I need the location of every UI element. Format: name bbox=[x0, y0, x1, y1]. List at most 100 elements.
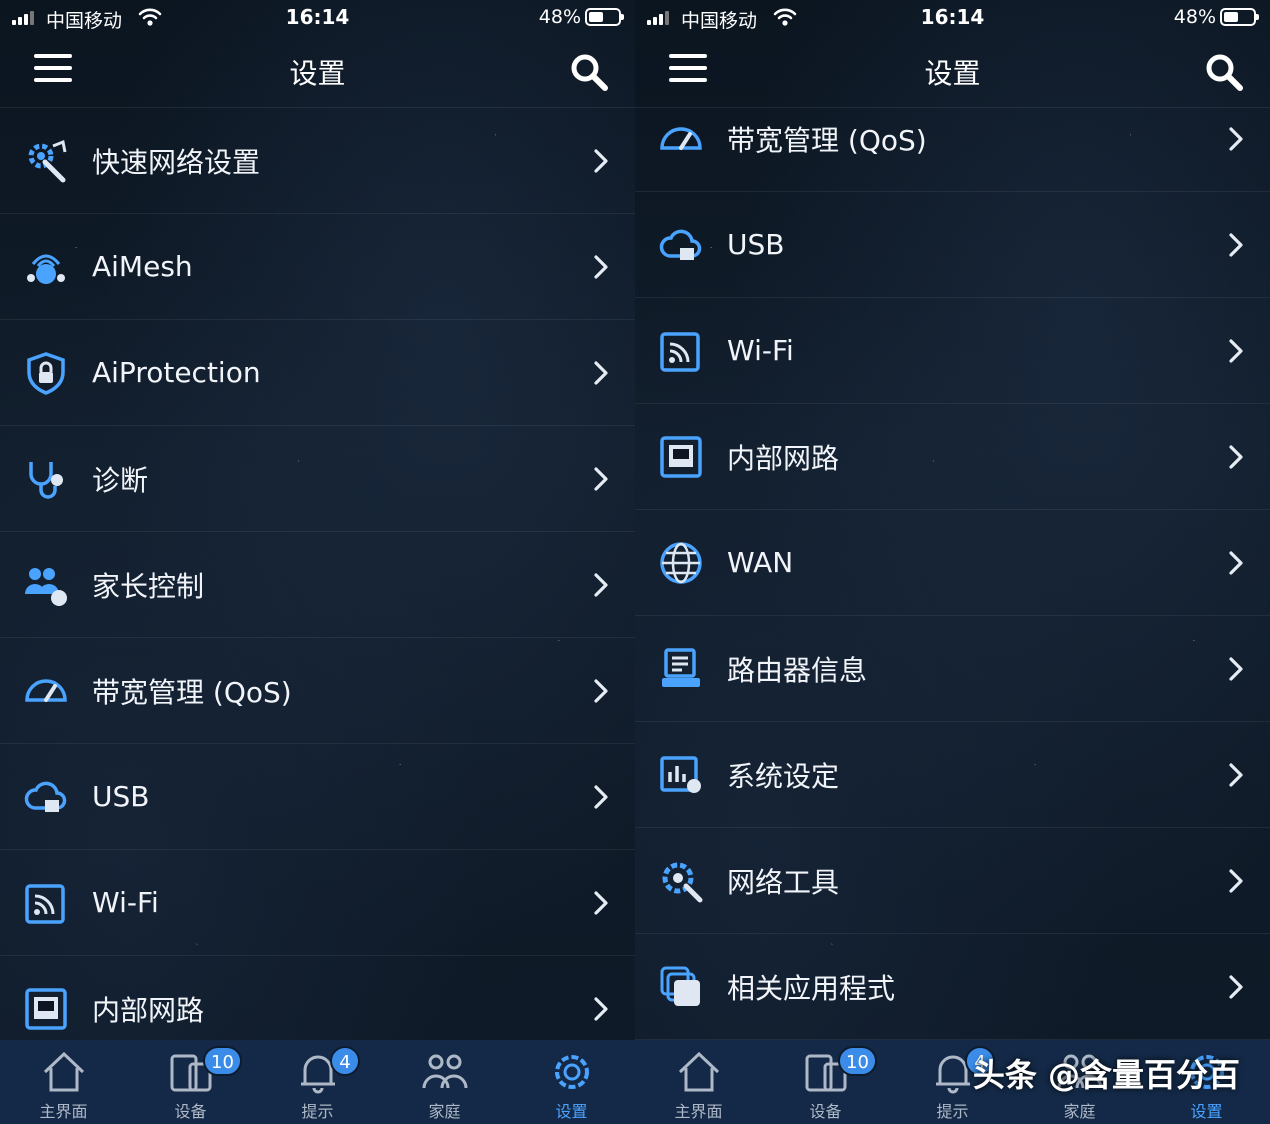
tab-bell[interactable]: 提示 4 bbox=[254, 1040, 381, 1124]
settings-row-label: 带宽管理 (QoS) bbox=[727, 123, 927, 157]
settings-row-label: Wi-Fi bbox=[727, 334, 794, 367]
usb-cloud-icon bbox=[22, 773, 70, 821]
settings-row-label: USB bbox=[727, 228, 785, 261]
chevron-right-icon bbox=[594, 572, 608, 597]
settings-row-lan-port[interactable]: 内部网路 bbox=[635, 404, 1270, 510]
status-bar: 中国移动 16:14 48% bbox=[635, 0, 1270, 34]
settings-screen-left: 中国移动 16:14 48% 设置 快速网络设置 AiMesh AiProtecti… bbox=[0, 0, 635, 1124]
chevron-right-icon bbox=[594, 784, 608, 809]
settings-list[interactable]: 快速网络设置 AiMesh AiProtection 诊断家长控制带宽管理 (QoS)… bbox=[0, 108, 635, 1040]
shield-lock-icon bbox=[22, 349, 70, 397]
nav-bar: 设置 bbox=[0, 34, 635, 108]
settings-row-speedometer[interactable]: 带宽管理 (QoS) bbox=[0, 638, 635, 744]
settings-row-label: 相关应用程式 bbox=[727, 971, 896, 1005]
settings-row-speedometer[interactable]: 带宽管理 (QoS) bbox=[635, 108, 1270, 192]
tab-home[interactable]: 主界面 bbox=[635, 1040, 762, 1124]
settings-row-label: USB bbox=[92, 780, 150, 813]
chevron-right-icon bbox=[1229, 868, 1243, 893]
tab-home[interactable]: 主界面 bbox=[0, 1040, 127, 1124]
tab-label: 设备 bbox=[174, 1102, 207, 1121]
settings-row-usb-cloud[interactable]: USB bbox=[635, 192, 1270, 298]
settings-list[interactable]: 带宽管理 (QoS) USB Wi-Fi 内部网路 WAN 路由器信息系统设定网络工具相关… bbox=[635, 108, 1270, 1040]
settings-row-label: AiProtection bbox=[92, 356, 261, 389]
usb-cloud-icon bbox=[657, 221, 705, 269]
chevron-right-icon bbox=[1229, 974, 1243, 999]
chevron-right-icon bbox=[1229, 444, 1243, 469]
settings-row-label: 快速网络设置 bbox=[92, 145, 261, 179]
settings-row-parental-control[interactable]: 家长控制 bbox=[0, 532, 635, 638]
tab-label: 家庭 bbox=[428, 1102, 461, 1121]
tab-label: 设置 bbox=[555, 1102, 588, 1121]
settings-row-label: 网络工具 bbox=[727, 865, 840, 899]
chevron-right-icon bbox=[594, 996, 608, 1021]
system-settings-icon bbox=[657, 751, 705, 799]
chevron-right-icon bbox=[594, 890, 608, 915]
settings-row-router-info[interactable]: 路由器信息 bbox=[635, 616, 1270, 722]
settings-row-system-settings[interactable]: 系统设定 bbox=[635, 722, 1270, 828]
chevron-right-icon bbox=[1229, 232, 1243, 257]
tab-devices[interactable]: 设备 10 bbox=[127, 1040, 254, 1124]
settings-row-lan-port[interactable]: 内部网路 bbox=[0, 956, 635, 1040]
settings-row-label: 路由器信息 bbox=[727, 653, 868, 687]
quick-setup-icon bbox=[22, 137, 70, 185]
tab-label: 设置 bbox=[1190, 1102, 1223, 1121]
chevron-right-icon bbox=[1229, 656, 1243, 681]
settings-row-wifi-signal[interactable]: Wi-Fi bbox=[0, 850, 635, 956]
settings-screen-right: 中国移动 16:14 48% 设置 带宽管理 (QoS) USB Wi-Fi 内部网路… bbox=[635, 0, 1270, 1124]
lan-port-icon bbox=[22, 985, 70, 1033]
chevron-right-icon bbox=[1229, 338, 1243, 363]
gear-icon bbox=[547, 1048, 597, 1096]
page-title: 设置 bbox=[289, 57, 346, 90]
chevron-right-icon bbox=[594, 360, 608, 385]
settings-row-usb-cloud[interactable]: USB bbox=[0, 744, 635, 850]
nav-bar: 设置 bbox=[635, 34, 1270, 108]
battery-percentage: 48% bbox=[1173, 6, 1216, 28]
lan-port-icon bbox=[657, 433, 705, 481]
settings-row-globe[interactable]: WAN bbox=[635, 510, 1270, 616]
parental-control-icon bbox=[22, 561, 70, 609]
router-info-icon bbox=[657, 645, 705, 693]
tab-gear[interactable]: 设置 bbox=[508, 1040, 635, 1124]
settings-row-quick-setup[interactable]: 快速网络设置 bbox=[0, 108, 635, 214]
tab-label: 提示 bbox=[936, 1102, 969, 1121]
chevron-right-icon bbox=[594, 254, 608, 279]
settings-row-related-apps[interactable]: 相关应用程式 bbox=[635, 934, 1270, 1040]
tab-bar: 主界面 设备 10 提示 4 家庭 设置 bbox=[0, 1040, 635, 1124]
settings-row-label: 系统设定 bbox=[727, 759, 840, 793]
chevron-right-icon bbox=[594, 466, 608, 491]
notification-badge: 10 bbox=[203, 1046, 242, 1076]
settings-row-shield-lock[interactable]: AiProtection bbox=[0, 320, 635, 426]
battery-percentage: 48% bbox=[538, 6, 581, 28]
home-icon bbox=[39, 1048, 89, 1096]
notification-badge: 10 bbox=[838, 1046, 877, 1076]
tab-label: 主界面 bbox=[39, 1102, 88, 1121]
search-icon[interactable] bbox=[569, 52, 609, 92]
stethoscope-icon bbox=[22, 455, 70, 503]
battery-icon bbox=[585, 8, 624, 26]
tab-family[interactable]: 家庭 bbox=[381, 1040, 508, 1124]
settings-row-stethoscope[interactable]: 诊断 bbox=[0, 426, 635, 532]
chevron-right-icon bbox=[1229, 762, 1243, 787]
settings-row-aimesh[interactable]: AiMesh bbox=[0, 214, 635, 320]
home-icon bbox=[674, 1048, 724, 1096]
tab-label: 提示 bbox=[301, 1102, 334, 1121]
settings-row-label: 内部网路 bbox=[92, 993, 205, 1027]
tab-devices[interactable]: 设备 10 bbox=[762, 1040, 889, 1124]
chevron-right-icon bbox=[1229, 550, 1243, 575]
notification-badge: 4 bbox=[330, 1046, 360, 1076]
settings-row-label: Wi-Fi bbox=[92, 886, 159, 919]
settings-row-wifi-signal[interactable]: Wi-Fi bbox=[635, 298, 1270, 404]
chevron-right-icon bbox=[1229, 126, 1243, 151]
settings-row-label: AiMesh bbox=[92, 250, 193, 283]
page-title: 设置 bbox=[924, 57, 981, 90]
aimesh-icon bbox=[22, 243, 70, 291]
family-icon bbox=[420, 1048, 470, 1096]
settings-row-network-tools[interactable]: 网络工具 bbox=[635, 828, 1270, 934]
search-icon[interactable] bbox=[1204, 52, 1244, 92]
tab-label: 主界面 bbox=[674, 1102, 723, 1121]
settings-row-label: 家长控制 bbox=[92, 569, 205, 603]
tab-label: 设备 bbox=[809, 1102, 842, 1121]
watermark: 头条 @含量百分百 bbox=[972, 1056, 1240, 1094]
wifi-signal-icon bbox=[22, 879, 70, 927]
globe-icon bbox=[657, 539, 705, 587]
